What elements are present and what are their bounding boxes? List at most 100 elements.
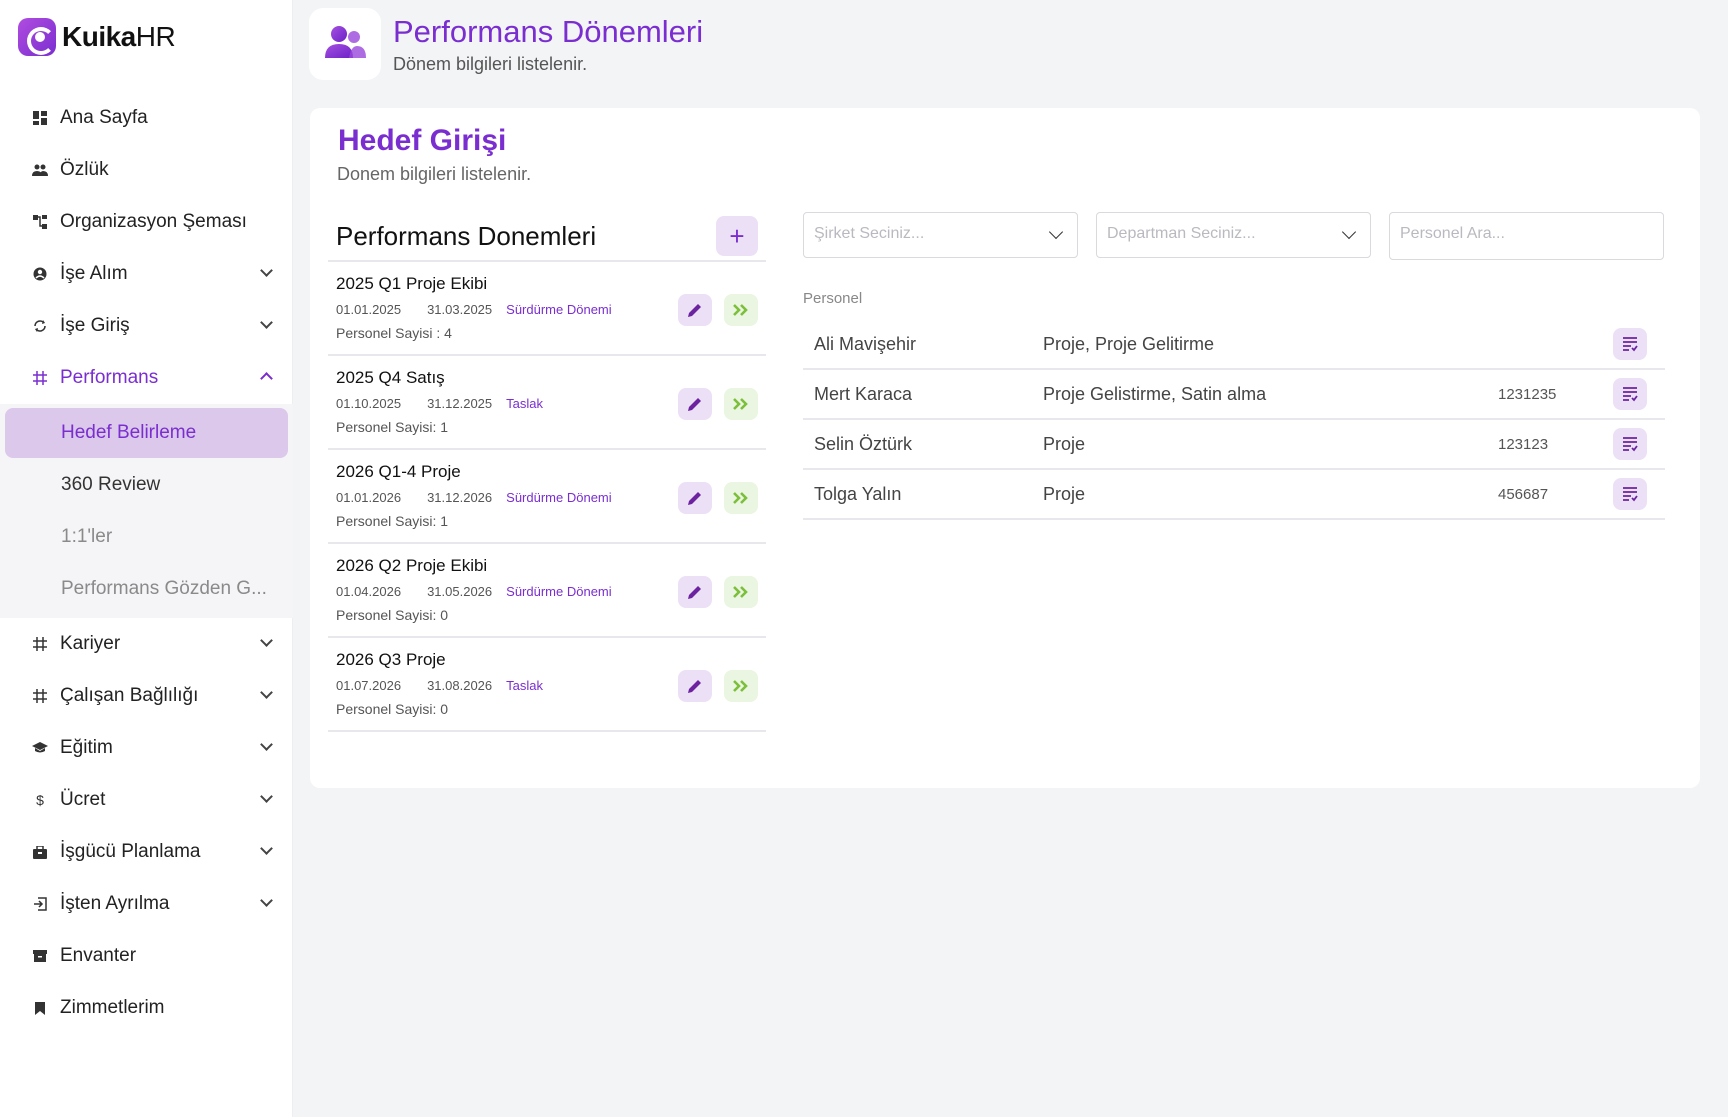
submenu-item-360-review[interactable]: 360 Review xyxy=(5,460,288,510)
period-item[interactable]: 2026 Q3 Proje 01.07.2026 31.08.2026 Tasl… xyxy=(328,638,766,732)
people-icon xyxy=(323,24,367,65)
sidebar: KuikaHR Ana Sayfa Özlük Organizasyon Şem… xyxy=(0,0,293,1117)
submenu-item-1-1ler[interactable]: 1:1'ler xyxy=(5,512,288,562)
school-icon xyxy=(32,740,48,756)
dashboard-icon xyxy=(32,110,48,126)
checklist-icon xyxy=(1623,337,1638,352)
period-status: Sürdürme Dönemi xyxy=(506,584,612,599)
sidebar-item-envanter[interactable]: Envanter xyxy=(0,930,293,982)
goal-list-button[interactable] xyxy=(1613,378,1647,410)
period-name: 2025 Q4 Satış xyxy=(336,368,445,387)
sidebar-item-ucret[interactable]: $ Ücret xyxy=(0,774,293,826)
add-period-button[interactable]: + xyxy=(716,216,758,256)
sidebar-item-calisan-bagliligi[interactable]: Çalışan Bağlılığı xyxy=(0,670,293,722)
filters-bar: Şirket Seciniz... Departman Seciniz... P… xyxy=(803,212,1664,260)
checklist-icon xyxy=(1623,387,1638,402)
table-row[interactable]: Tolga Yalın Proje 456687 xyxy=(803,470,1665,520)
main-card: Hedef Girişi Donem bilgileri listelenir.… xyxy=(310,108,1700,788)
period-item[interactable]: 2026 Q1-4 Proje 01.01.2026 31.12.2026 Sü… xyxy=(328,450,766,544)
table-row[interactable]: Mert Karaca Proje Gelistirme, Satin alma… xyxy=(803,370,1665,420)
double-chevron-right-icon xyxy=(733,398,748,410)
sidebar-item-isten-ayrilma[interactable]: İşten Ayrılma xyxy=(0,878,293,930)
personel-name: Ali Mavişehir xyxy=(814,333,917,354)
search-placeholder: Personel Ara... xyxy=(1400,225,1505,242)
sidebar-item-ise-giris[interactable]: İşe Giriş xyxy=(0,300,293,352)
sidebar-item-label: Ücret xyxy=(60,789,106,810)
sidebar-item-ana-sayfa[interactable]: Ana Sayfa xyxy=(0,92,293,144)
personel-number: 123123 xyxy=(1498,435,1549,453)
submenu-item-hedef-belirleme[interactable]: Hedef Belirleme xyxy=(5,408,288,458)
chevron-down-icon xyxy=(260,634,273,647)
sidebar-item-isgucu-planlama[interactable]: İşgücü Planlama xyxy=(0,826,293,878)
sidebar-item-label: İşe Giriş xyxy=(60,315,130,336)
open-period-button[interactable] xyxy=(724,482,758,514)
pencil-icon xyxy=(688,304,701,317)
sidebar-item-ise-alim[interactable]: İşe Alım xyxy=(0,248,293,300)
personel-section-label: Personel xyxy=(803,290,863,307)
period-item[interactable]: 2025 Q4 Satış 01.10.2025 31.12.2025 Tasl… xyxy=(328,356,766,450)
period-item[interactable]: 2026 Q2 Proje Ekibi 01.04.2026 31.05.202… xyxy=(328,544,766,638)
sidebar-item-label: Ana Sayfa xyxy=(60,107,148,128)
open-period-button[interactable] xyxy=(724,294,758,326)
company-select[interactable]: Şirket Seciniz... xyxy=(803,212,1078,258)
sidebar-item-label: İşgücü Planlama xyxy=(60,841,201,862)
edit-period-button[interactable] xyxy=(678,388,712,420)
checklist-icon xyxy=(1623,487,1638,502)
period-name: 2025 Q1 Proje Ekibi xyxy=(336,274,488,293)
header-icon-box xyxy=(309,8,381,80)
goal-list-button[interactable] xyxy=(1613,328,1647,360)
periods-title: Performans Donemleri xyxy=(336,220,597,251)
department-select[interactable]: Departman Seciniz... xyxy=(1096,212,1371,258)
table-row[interactable]: Ali Mavişehir Proje, Proje Gelitirme xyxy=(803,320,1665,370)
app-logo[interactable]: KuikaHR xyxy=(18,18,176,56)
open-period-button[interactable] xyxy=(724,388,758,420)
personel-name: Tolga Yalın xyxy=(814,483,902,504)
period-personel-count: Personel Sayisi : 4 xyxy=(336,325,452,341)
sidebar-nav: Ana Sayfa Özlük Organizasyon Şeması İşe … xyxy=(0,92,293,1034)
chevron-down-icon xyxy=(260,264,273,277)
goal-list-button[interactable] xyxy=(1613,428,1647,460)
personel-search-input[interactable]: Personel Ara... xyxy=(1389,212,1664,260)
sidebar-item-organizasyon[interactable]: Organizasyon Şeması xyxy=(0,196,293,248)
edit-period-button[interactable] xyxy=(678,670,712,702)
period-personel-count: Personel Sayisi: 1 xyxy=(336,513,449,529)
logout-icon xyxy=(32,896,48,912)
chevron-down-icon xyxy=(1048,224,1064,240)
open-period-button[interactable] xyxy=(724,576,758,608)
edit-period-button[interactable] xyxy=(678,576,712,608)
personel-department: Proje xyxy=(1043,433,1086,454)
edit-period-button[interactable] xyxy=(678,482,712,514)
chevron-down-icon xyxy=(260,842,273,855)
edit-period-button[interactable] xyxy=(678,294,712,326)
card-title: Hedef Girişi xyxy=(338,124,507,157)
submenu-item-performans-gozden-gecirme[interactable]: Performans Gözden G... xyxy=(5,564,288,614)
period-end-date: 31.05.2026 xyxy=(427,584,493,599)
sidebar-item-performans[interactable]: Performans xyxy=(0,352,293,404)
sidebar-item-label: Organizasyon Şeması xyxy=(60,211,247,232)
period-personel-count: Personel Sayisi: 0 xyxy=(336,701,449,717)
period-personel-count: Personel Sayisi: 0 xyxy=(336,607,449,623)
table-row[interactable]: Selin Öztürk Proje 123123 xyxy=(803,420,1665,470)
hash-icon xyxy=(32,636,48,652)
pencil-icon xyxy=(688,586,701,599)
personel-department: Proje xyxy=(1043,483,1086,504)
sidebar-item-egitim[interactable]: Eğitim xyxy=(0,722,293,774)
sidebar-item-kariyer[interactable]: Kariyer xyxy=(0,618,293,670)
period-end-date: 31.12.2026 xyxy=(427,490,493,505)
open-period-button[interactable] xyxy=(724,670,758,702)
performans-submenu: Hedef Belirleme 360 Review 1:1'ler Perfo… xyxy=(0,404,293,618)
personel-number: 456687 xyxy=(1498,485,1549,503)
chevron-down-icon xyxy=(260,894,273,907)
period-item[interactable]: 2025 Q1 Proje Ekibi 01.01.2025 31.03.202… xyxy=(328,262,766,356)
sidebar-item-zimmetlerim[interactable]: Zimmetlerim xyxy=(0,982,293,1034)
kuika-logo-icon xyxy=(18,18,56,56)
goal-list-button[interactable] xyxy=(1613,478,1647,510)
sidebar-item-ozluk[interactable]: Özlük xyxy=(0,144,293,196)
period-status: Sürdürme Dönemi xyxy=(506,490,612,505)
period-start-date: 01.01.2026 xyxy=(336,490,402,505)
double-chevron-right-icon xyxy=(733,586,748,598)
sidebar-item-label: Performans xyxy=(60,367,159,388)
period-name: 2026 Q1-4 Proje xyxy=(336,462,461,481)
personel-department: Proje, Proje Gelitirme xyxy=(1043,333,1215,354)
sidebar-item-label: İşten Ayrılma xyxy=(60,893,170,914)
